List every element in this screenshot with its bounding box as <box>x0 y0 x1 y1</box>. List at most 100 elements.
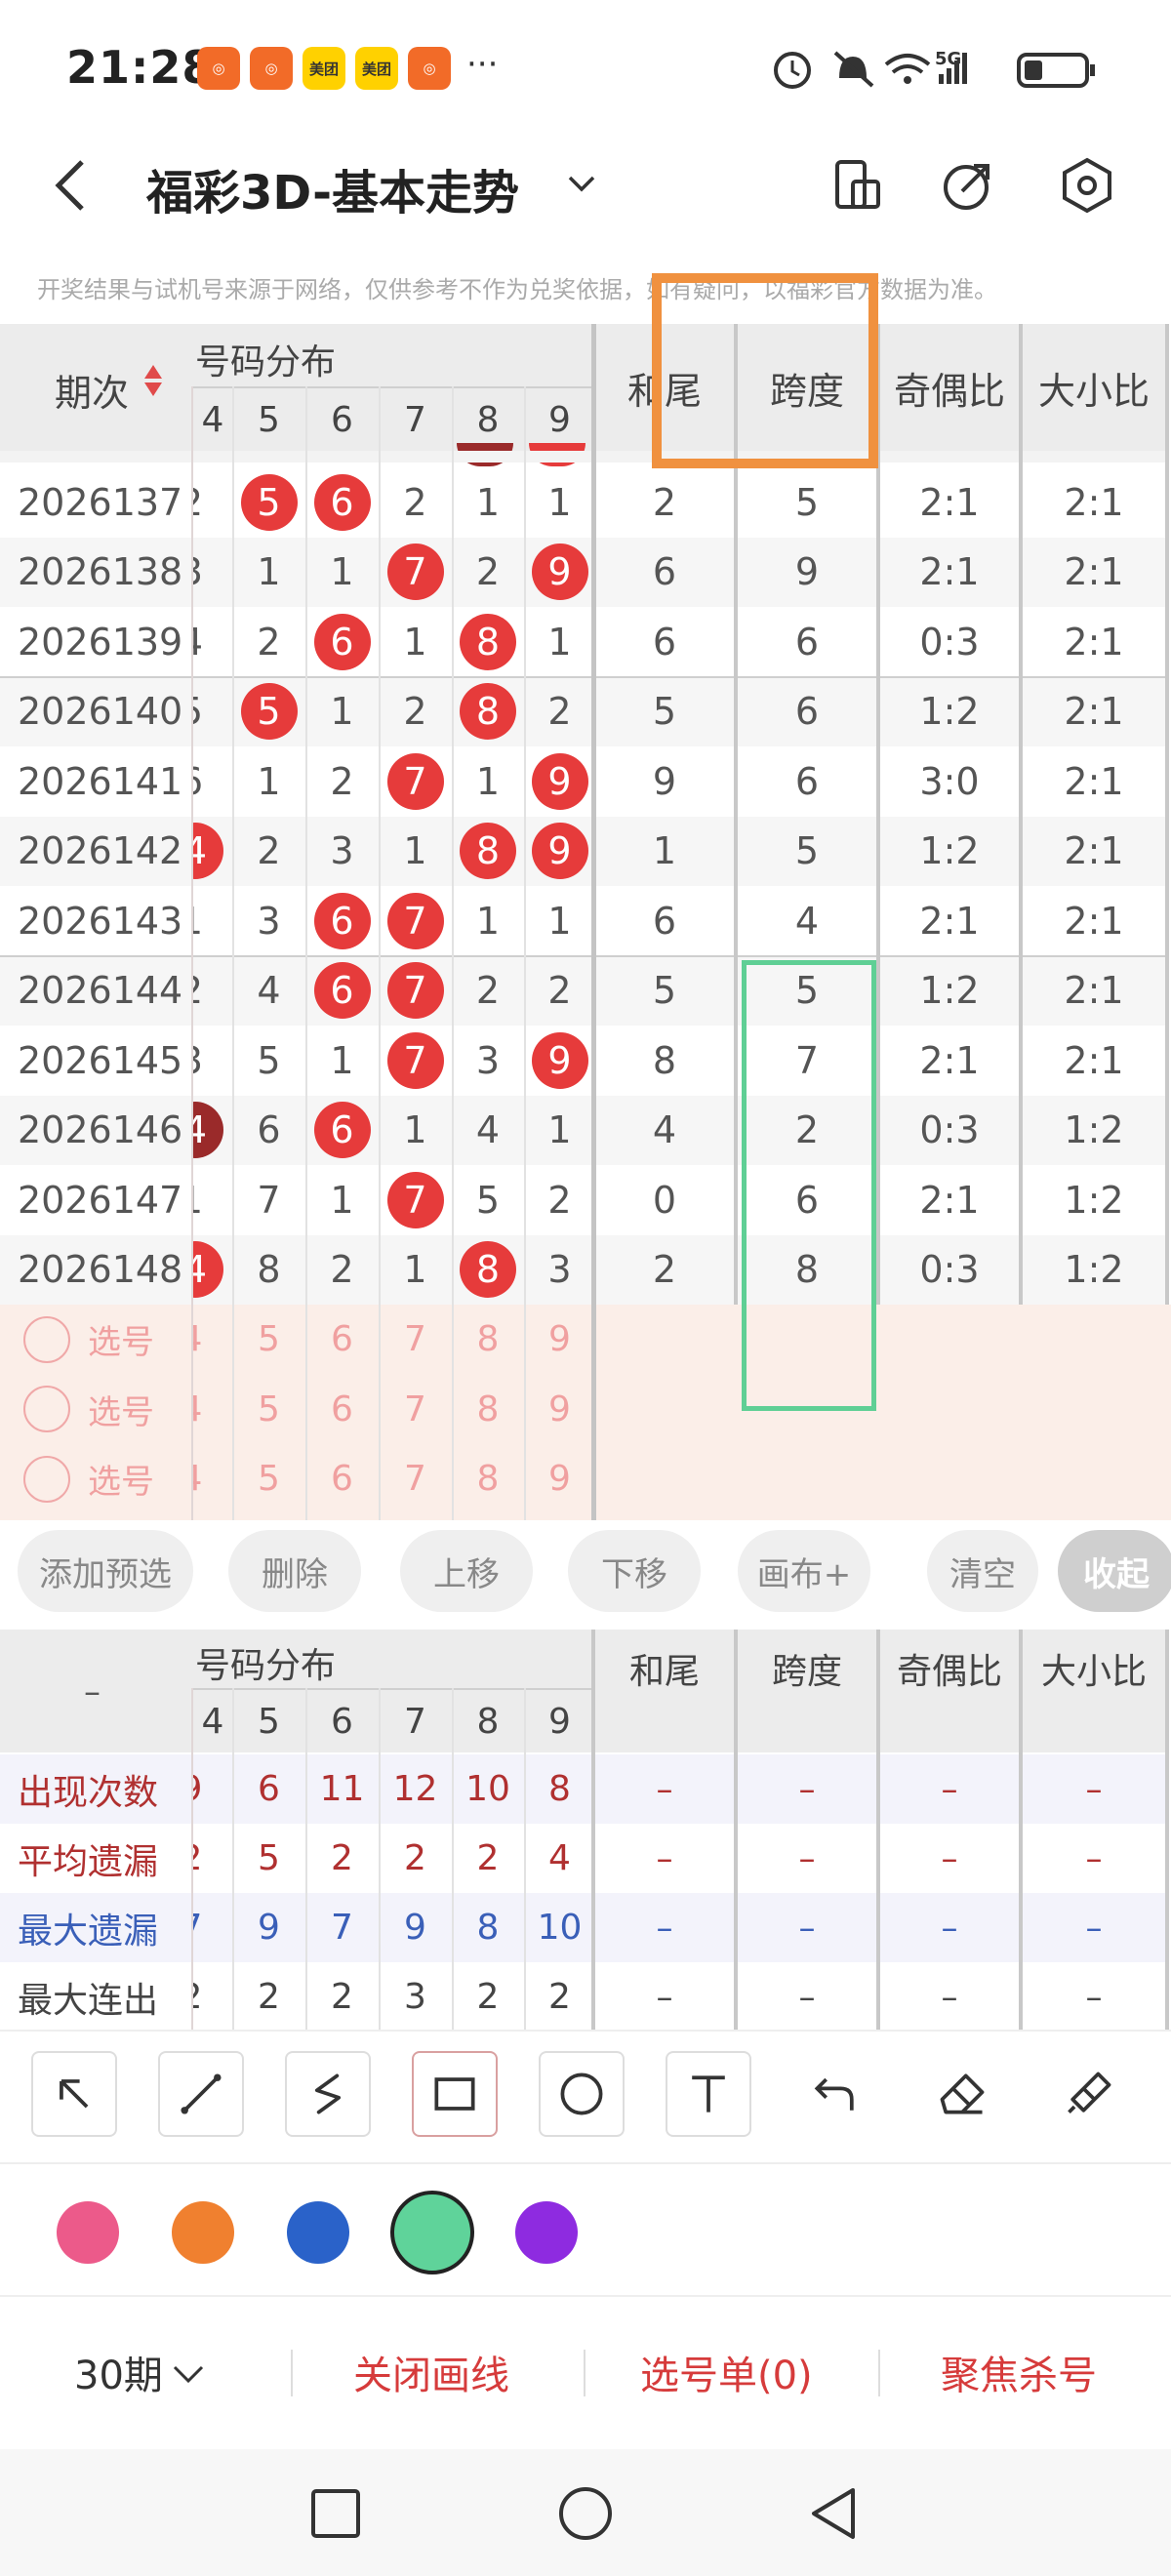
pick-digit[interactable]: 5 <box>232 1305 305 1375</box>
curve-tool-icon[interactable] <box>285 2051 371 2137</box>
column-header-odd_even[interactable]: 奇偶比 <box>880 324 1019 451</box>
digit-cell[interactable]: 9 <box>524 1026 595 1096</box>
digit-cell[interactable]: 1 <box>305 538 379 608</box>
period-selector[interactable]: 30期 <box>74 2344 208 2400</box>
digit-cell[interactable]: 5 <box>232 677 305 747</box>
digit-cell[interactable]: 1 <box>193 1165 232 1235</box>
digit-cell[interactable]: 9 <box>524 817 595 887</box>
action-button-0[interactable]: 添加预选 <box>18 1530 193 1612</box>
digit-cell[interactable]: 4 <box>232 956 305 1026</box>
digit-cell[interactable]: 6 <box>305 467 379 538</box>
digit-cell[interactable]: 3 <box>524 1235 595 1306</box>
pick-digit[interactable]: 6 <box>305 1305 379 1375</box>
digit-cell[interactable]: 2 <box>524 677 595 747</box>
pick-digit[interactable]: 7 <box>379 1375 452 1445</box>
action-button-2[interactable]: 上移 <box>400 1530 533 1612</box>
pick-digit[interactable]: 7 <box>379 1305 452 1375</box>
digit-cell[interactable]: 1 <box>524 467 595 538</box>
page-title[interactable]: 福彩3D-基本走势 <box>146 154 519 222</box>
pick-digit[interactable]: 6 <box>305 1444 379 1514</box>
table-row[interactable]: 2026143136711642:12:1 <box>0 886 1165 956</box>
brush-clear-icon[interactable] <box>1046 2051 1132 2137</box>
digit-cell[interactable]: 1 <box>524 607 595 677</box>
undo-icon[interactable] <box>792 2051 878 2137</box>
circle-tool-icon[interactable] <box>539 2051 625 2137</box>
digit-cell[interactable]: 1 <box>305 677 379 747</box>
digit-cell[interactable]: 4 <box>193 817 232 887</box>
chevron-down-icon[interactable] <box>564 166 599 201</box>
digit-cell[interactable]: 6 <box>305 886 379 956</box>
digit-cell[interactable]: 1 <box>232 538 305 608</box>
pick-digit[interactable]: 4 <box>193 1305 232 1375</box>
digit-cell[interactable]: 3 <box>193 538 232 608</box>
table-row[interactable]: 2026138311729692:12:1 <box>0 537 1165 608</box>
digit-cell[interactable]: 6 <box>232 1096 305 1166</box>
pick-digit[interactable]: 9 <box>524 1444 595 1514</box>
color-swatch[interactable] <box>515 2201 578 2264</box>
digit-cell[interactable]: 7 <box>379 1026 452 1096</box>
digit-cell[interactable]: 3 <box>232 886 305 956</box>
pick-digit[interactable]: 7 <box>379 1444 452 1514</box>
digit-cell[interactable]: 3 <box>305 817 379 887</box>
digit-cell[interactable]: 2 <box>379 467 452 538</box>
digit-cell[interactable]: 1 <box>452 467 524 538</box>
digit-cell[interactable]: 1 <box>379 1096 452 1166</box>
digit-cell[interactable]: 6 <box>305 607 379 677</box>
table-row[interactable]: 2026145351739872:12:1 <box>0 1026 1165 1096</box>
action-button-4[interactable]: 画布+ <box>738 1530 870 1612</box>
digit-cell[interactable]: 1 <box>379 607 452 677</box>
pick-digit[interactable]: 5 <box>232 1444 305 1514</box>
digit-cell[interactable]: 2 <box>193 956 232 1026</box>
digit-cell[interactable]: 2 <box>232 817 305 887</box>
settings-icon[interactable] <box>1058 156 1116 215</box>
share-icon[interactable] <box>939 156 997 215</box>
sort-down-icon[interactable] <box>144 382 162 396</box>
pick-label[interactable]: 选号 <box>88 1444 154 1514</box>
digit-cell[interactable]: 8 <box>452 1235 524 1306</box>
screen-rotate-icon[interactable] <box>828 156 886 215</box>
digit-cell[interactable]: 7 <box>379 956 452 1026</box>
digit-cell[interactable]: 6 <box>305 956 379 1026</box>
color-swatch[interactable] <box>390 2191 474 2274</box>
pick-radio[interactable] <box>23 1455 70 1503</box>
sort-up-icon[interactable] <box>144 365 162 379</box>
table-row[interactable]: 2026147171752062:11:2 <box>0 1165 1165 1235</box>
digit-cell[interactable]: 4 <box>193 607 232 677</box>
digit-cell[interactable]: 1 <box>524 886 595 956</box>
digit-cell[interactable]: 5 <box>193 677 232 747</box>
digit-cell[interactable]: 8 <box>452 607 524 677</box>
drawn-rectangle-green[interactable] <box>742 960 876 1411</box>
digit-cell[interactable]: 1 <box>452 886 524 956</box>
digit-cell[interactable]: 4 <box>452 1096 524 1166</box>
digit-cell[interactable]: 8 <box>452 817 524 887</box>
digit-cell[interactable]: 6 <box>193 746 232 817</box>
digit-cell[interactable]: 4 <box>193 1096 232 1166</box>
digit-cell[interactable]: 5 <box>232 1026 305 1096</box>
table-row[interactable]: 2026141612719963:02:1 <box>0 746 1165 817</box>
line-tool-icon[interactable] <box>158 2051 244 2137</box>
digit-cell[interactable]: 1 <box>305 1026 379 1096</box>
digit-cell[interactable]: 5 <box>232 467 305 538</box>
digit-cell[interactable]: 7 <box>379 1165 452 1235</box>
action-button-3[interactable]: 下移 <box>568 1530 701 1612</box>
pick-label[interactable]: 选号 <box>88 1375 154 1445</box>
pick-digit[interactable]: 8 <box>452 1375 524 1445</box>
digit-cell[interactable]: 2 <box>379 677 452 747</box>
action-button-5[interactable]: 清空 <box>927 1530 1038 1612</box>
home-icon[interactable] <box>558 2486 613 2541</box>
color-swatch[interactable] <box>172 2201 234 2264</box>
digit-cell[interactable]: 1 <box>193 886 232 956</box>
pick-digit[interactable]: 9 <box>524 1375 595 1445</box>
digit-cell[interactable]: 2 <box>452 538 524 608</box>
table-row[interactable]: 2026144246722551:22:1 <box>0 955 1165 1026</box>
digit-cell[interactable]: 1 <box>305 1165 379 1235</box>
digit-cell[interactable]: 9 <box>524 746 595 817</box>
digit-cell[interactable]: 3 <box>452 1026 524 1096</box>
digit-cell[interactable]: 2 <box>305 1235 379 1306</box>
digit-cell[interactable]: 1 <box>232 746 305 817</box>
digit-cell[interactable]: 7 <box>379 886 452 956</box>
digit-cell[interactable]: 7 <box>232 1165 305 1235</box>
pick-digit[interactable]: 4 <box>193 1375 232 1445</box>
digit-cell[interactable]: 6 <box>305 1096 379 1166</box>
nav-back-icon[interactable] <box>808 2486 859 2541</box>
